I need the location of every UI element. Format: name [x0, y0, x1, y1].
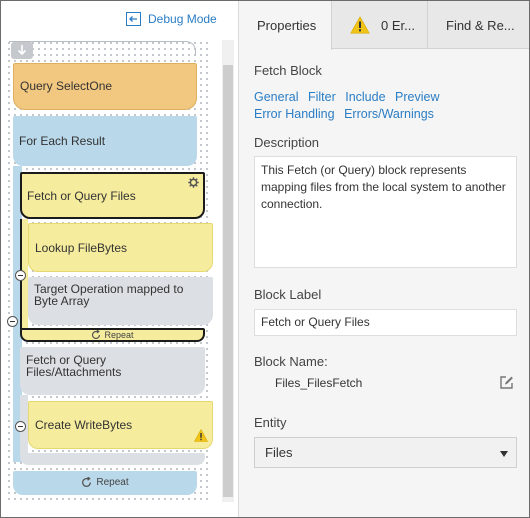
block-query-selectone[interactable]: Query SelectOne [13, 63, 197, 110]
block-for-each-result[interactable]: For Each Result [13, 116, 197, 166]
block-label: Create WriteBytes [35, 418, 133, 432]
block-fetch-or-query-files[interactable]: Fetch or Query Files [20, 172, 205, 219]
block-name-value: Files_FilesFetch [275, 376, 363, 390]
block-label: Fetch or Query Files [27, 189, 136, 203]
block-lookup-filebytes[interactable]: Lookup FileBytes [28, 223, 213, 272]
debug-mode-icon [126, 12, 141, 26]
block-label: For Each Result [19, 134, 106, 148]
collapse-minus-icon[interactable] [7, 316, 18, 327]
link-preview[interactable]: Preview [395, 90, 439, 104]
block-label: Target Operation mapped to Byte Array [34, 282, 184, 308]
block-label: Query SelectOne [20, 79, 113, 93]
link-include[interactable]: Include [345, 90, 385, 104]
description-textarea[interactable]: This Fetch (or Query) block represents m… [254, 156, 517, 268]
entity-select[interactable]: Files [254, 437, 517, 468]
warning-icon [350, 16, 370, 34]
workflow-panel: Debug Mode Query SelectOne For Each Resu… [1, 1, 238, 517]
repeat-icon [82, 477, 92, 487]
description-label: Description [254, 135, 320, 150]
block-label: Fetch or Query Files/Attachments [26, 353, 122, 379]
entity-label: Entity [254, 415, 287, 430]
panel-tabs: Properties 0 Er... Find & Re... [239, 1, 529, 50]
properties-panel: Properties 0 Er... Find & Re... Fetch Bl… [238, 1, 529, 517]
repeat-label: Repeat [96, 477, 129, 488]
tab-label: Properties [257, 18, 317, 33]
tab-label: 0 Er... [381, 17, 415, 33]
block-label-label: Block Label [254, 287, 322, 302]
link-error-handling[interactable]: Error Handling [254, 107, 335, 121]
arrow-down-icon [17, 45, 27, 56]
repeat-icon [92, 330, 101, 340]
repeat-label: Repeat [104, 330, 134, 340]
debug-mode-label: Debug Mode [148, 12, 217, 26]
canvas-scrollbar-thumb[interactable] [223, 65, 233, 497]
link-errors-warnings[interactable]: Errors/Warnings [344, 107, 434, 121]
block-label-input[interactable]: Fetch or Query Files [254, 309, 517, 336]
block-target-operation[interactable]: Target Operation mapped to Byte Array [28, 277, 213, 325]
collapse-all-button[interactable] [11, 42, 33, 59]
for-each-repeat-footer[interactable]: Repeat [13, 471, 197, 495]
debug-mode-toggle[interactable]: Debug Mode [126, 12, 217, 26]
fetch2-footer [20, 453, 205, 465]
link-filter[interactable]: Filter [308, 90, 336, 104]
block-label: Lookup FileBytes [35, 241, 128, 255]
edit-icon[interactable] [499, 375, 514, 390]
fetch-repeat-footer[interactable]: Repeat [20, 328, 205, 342]
tab-label: Find & Re... [446, 17, 515, 33]
tab-properties[interactable]: Properties [239, 1, 332, 50]
caret-down-icon [500, 451, 508, 457]
collapse-minus-icon[interactable] [15, 270, 26, 281]
block-create-writebytes[interactable]: Create WriteBytes [28, 401, 213, 449]
section-title: Fetch Block [254, 63, 322, 78]
app-frame: Debug Mode Query SelectOne For Each Resu… [0, 0, 530, 518]
block-name-label: Block Name: [254, 354, 328, 369]
tab-errors[interactable]: 0 Er... [332, 1, 428, 49]
link-general[interactable]: General [254, 90, 298, 104]
warning-icon[interactable] [194, 429, 208, 442]
block-fetch-files-attachments[interactable]: Fetch or Query Files/Attachments [20, 347, 205, 395]
property-links: General Filter Include Preview Error Han… [254, 89, 529, 123]
collapse-minus-icon[interactable] [15, 421, 26, 432]
canvas-start-connector [9, 41, 196, 55]
entity-selected-value: Files [265, 445, 293, 460]
tab-find-replace[interactable]: Find & Re... [428, 1, 529, 49]
gear-icon[interactable] [188, 177, 199, 188]
